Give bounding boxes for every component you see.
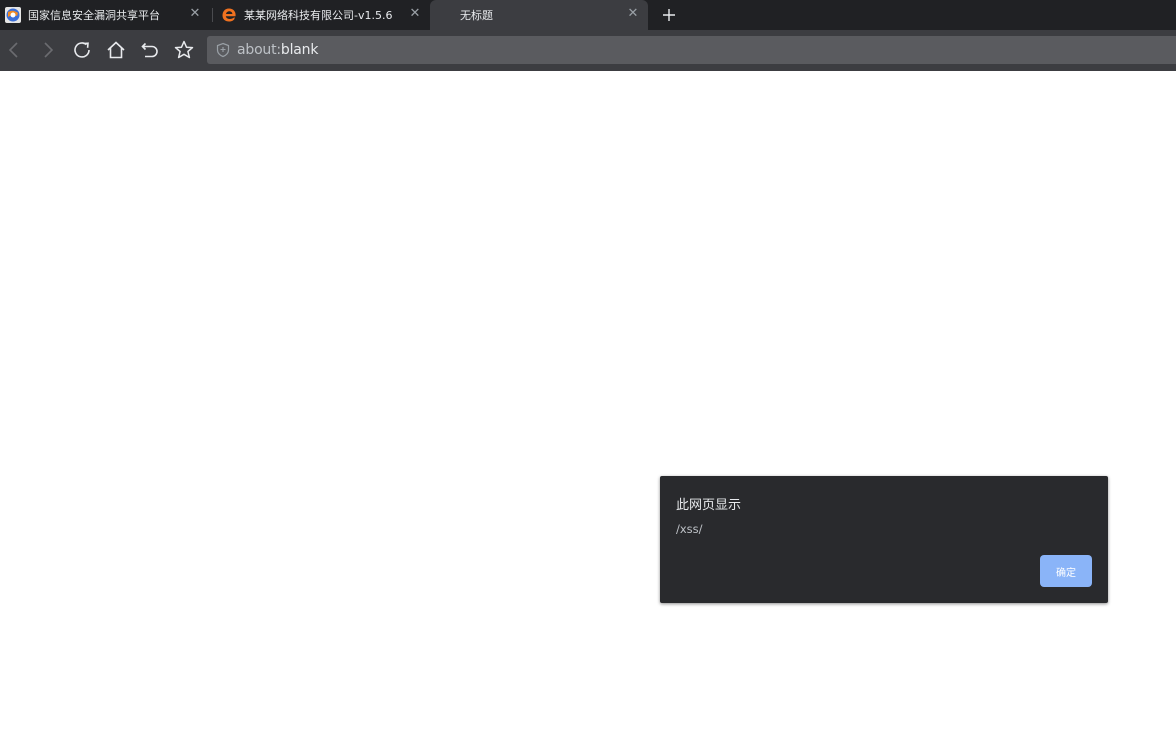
undo-close-tab-button[interactable] [138, 38, 162, 62]
back-icon [8, 42, 18, 58]
tab-close-icon[interactable]: ✕ [188, 7, 202, 21]
back-button[interactable] [2, 38, 26, 62]
tab-title: 某某网络科技有限公司-v1.5.6 [244, 9, 393, 22]
tab-close-icon[interactable]: ✕ [626, 7, 640, 21]
ok-button[interactable]: 确定 [1040, 555, 1092, 587]
alert-dialog-title: 此网页显示 [676, 498, 742, 513]
browser-toolbar: about:blank [0, 30, 1176, 71]
tab-title: 国家信息安全漏洞共享平台 [28, 9, 160, 22]
reload-button[interactable] [70, 38, 94, 62]
home-icon [107, 41, 125, 59]
home-button[interactable] [104, 38, 128, 62]
url-scheme: about: [237, 42, 281, 58]
tab-cnvd[interactable]: 国家信息安全漏洞共享平台 ✕ [0, 0, 210, 30]
tab-company[interactable]: 某某网络科技有限公司-v1.5.6 ✕ [214, 0, 430, 30]
undo-close-tab-icon [141, 42, 158, 58]
bookmark-star-icon [174, 40, 194, 59]
tab-close-icon[interactable]: ✕ [408, 7, 422, 21]
address-bar-url: about:blank [237, 42, 318, 58]
new-tab-button[interactable] [658, 4, 680, 26]
edge-logo-icon [222, 8, 236, 22]
forward-button[interactable] [36, 38, 60, 62]
address-bar[interactable]: about:blank [207, 36, 1176, 64]
shield-icon [216, 42, 230, 58]
tab-strip: 国家信息安全漏洞共享平台 ✕ 某某网络科技有限公司-v1.5.6 ✕ 无标题 ✕ [0, 0, 1176, 30]
url-path: blank [280, 42, 319, 58]
tab-divider [212, 8, 213, 22]
tab-untitled-active[interactable]: 无标题 ✕ [430, 0, 648, 30]
tab-title: 无标题 [460, 9, 493, 22]
alert-dialog: 此网页显示 /xss/ 确定 [660, 476, 1108, 603]
cnvd-globe-icon [5, 7, 21, 23]
page-content [0, 71, 1176, 733]
forward-icon [44, 42, 54, 58]
reload-icon [74, 42, 90, 58]
plus-icon [663, 9, 675, 21]
bookmark-button[interactable] [172, 38, 196, 62]
alert-dialog-message: /xss/ [676, 522, 703, 536]
